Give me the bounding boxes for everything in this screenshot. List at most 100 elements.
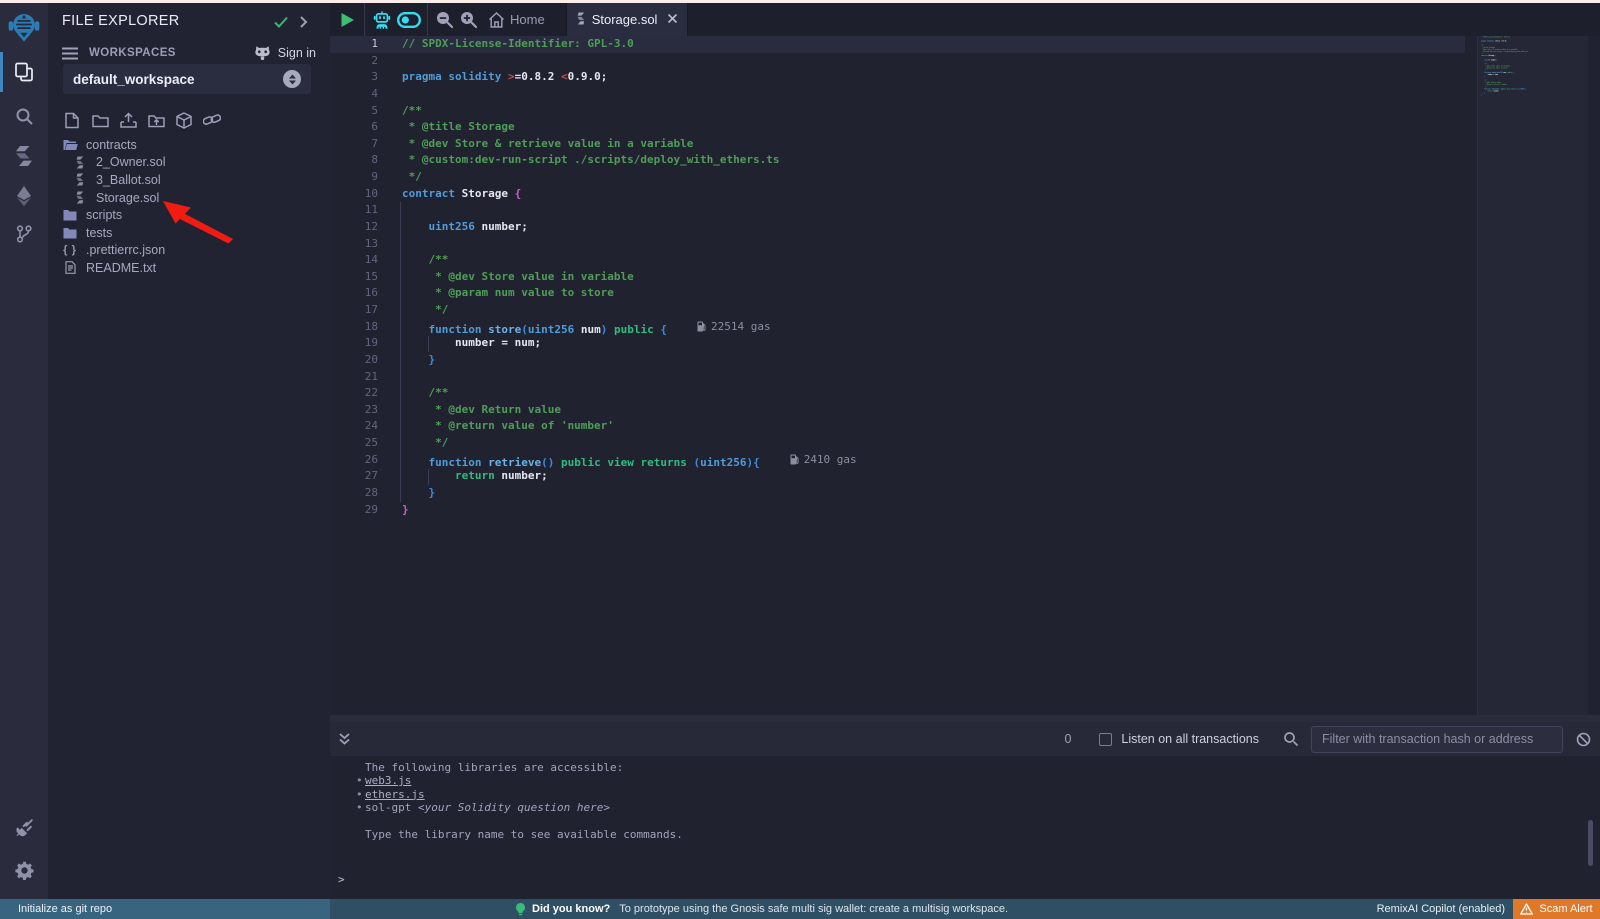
pin-panel-chevron-icon[interactable] [299, 15, 308, 34]
window-top-edge [0, 0, 1600, 3]
check-icon[interactable] [273, 15, 289, 34]
line-number: 6 [330, 119, 378, 136]
scam-alert-button[interactable]: Scam Alert [1513, 899, 1600, 919]
tree-item-scripts[interactable]: scripts [48, 206, 330, 224]
toolbar-separator [364, 3, 365, 36]
sidebar-item-file-explorer[interactable] [0, 52, 48, 92]
tree-item-label: scripts [86, 208, 122, 222]
git-init-label: Initialize as git repo [18, 903, 112, 915]
terminal-line: •sol-gpt <your Solidity question here> [338, 801, 683, 814]
sidebar-item-plugin-manager[interactable] [0, 808, 48, 848]
copilot-toggle[interactable] [395, 12, 423, 28]
copilot-status-label: RemixAI Copilot (enabled) [1377, 899, 1505, 919]
terminal-scrollbar[interactable] [1588, 820, 1593, 866]
terminal-line: The following libraries are accessible: [338, 761, 683, 774]
sidebar-item-solidity-compiler[interactable] [0, 136, 48, 176]
remix-ai-robot-icon[interactable] [369, 11, 395, 29]
tree-item-label: tests [86, 226, 112, 240]
tree-item--prettierrc-json[interactable]: { } .prettierrc.json [48, 242, 330, 260]
home-icon [488, 12, 505, 28]
sidebar-item-git[interactable] [0, 214, 48, 254]
listen-transactions-checkbox[interactable] [1099, 733, 1112, 746]
transaction-count-badge: 0 [1064, 732, 1071, 746]
tree-item-label: .prettierrc.json [86, 243, 165, 257]
editor-minimap[interactable]: // SPDX-License-Identifier: GPL-3.0pragm… [1477, 36, 1588, 715]
tab-storage-sol[interactable]: Storage.sol [566, 3, 689, 36]
line-number: 14 [330, 252, 378, 269]
tree-item-tests[interactable]: tests [48, 224, 330, 242]
workspace-select[interactable]: default_workspace [63, 64, 311, 94]
upload-folder-button[interactable] [147, 111, 165, 129]
code-line [402, 202, 857, 219]
tab-home-label: Home [510, 12, 545, 27]
new-folder-button[interactable] [91, 111, 109, 129]
file-explorer-panel: FILE EXPLORER WORKSPACES Sign in default… [48, 3, 330, 899]
file-explorer-toolbar [63, 111, 221, 129]
code-line: uint256 number; [402, 219, 857, 236]
zoom-in-button[interactable] [456, 10, 480, 29]
tree-item-contracts[interactable]: contracts [48, 136, 330, 154]
run-script-button[interactable] [330, 12, 364, 28]
terminal-link[interactable]: ethers.js [365, 788, 425, 801]
tree-item-3-ballot-sol[interactable]: 3_Ballot.sol [48, 171, 330, 189]
code-line: } [1481, 94, 1528, 96]
git-status-segment[interactable]: Initialize as git repo [0, 899, 330, 919]
line-number: 21 [330, 369, 378, 386]
workspace-caret-icon [283, 70, 301, 88]
close-tab-icon[interactable] [667, 12, 678, 27]
solidity-icon [72, 191, 88, 204]
upload-file-button[interactable] [119, 111, 137, 129]
zoom-out-button[interactable] [432, 10, 456, 29]
tab-home[interactable]: Home [480, 3, 557, 36]
panel-title: FILE EXPLORER [62, 13, 180, 29]
folder-icon [62, 227, 78, 239]
editor-gutter: 1234567891011121314151617181920212223242… [330, 36, 378, 518]
code-line [402, 369, 857, 386]
new-file-button[interactable] [63, 111, 81, 129]
tree-item-storage-sol[interactable]: Storage.sol [48, 189, 330, 207]
sidebar-item-settings[interactable] [0, 850, 48, 890]
remix-logo-icon[interactable] [8, 11, 40, 43]
transaction-filter-input[interactable] [1311, 726, 1563, 753]
line-number: 26 [330, 452, 378, 469]
code-line: * @dev Return value [402, 402, 857, 419]
folder-icon [62, 209, 78, 221]
sidebar-item-deploy-run[interactable] [0, 176, 48, 216]
code-line: /** [402, 252, 857, 269]
terminal-link[interactable]: web3.js [365, 774, 411, 787]
tip-text: To prototype using the Gnosis safe multi… [619, 903, 1008, 915]
editor-tabbar: Home Storage.sol [330, 3, 1600, 36]
sign-in-button[interactable]: Sign in [254, 45, 316, 60]
link-button[interactable] [203, 111, 221, 129]
tip-bold-label: Did you know? [532, 903, 610, 915]
toolbar-separator [427, 3, 428, 36]
listen-transactions-label: Listen on all transactions [1121, 732, 1259, 746]
workspaces-menu-icon[interactable] [62, 47, 78, 65]
line-number: 29 [330, 502, 378, 519]
line-number: 24 [330, 418, 378, 435]
terminal-collapse-icon[interactable] [338, 732, 351, 746]
line-number: 18 [330, 319, 378, 336]
clear-console-icon[interactable] [1576, 732, 1591, 747]
line-number: 17 [330, 302, 378, 319]
tree-item-readme-txt[interactable]: README.txt [48, 259, 330, 277]
line-number: 11 [330, 202, 378, 219]
line-number: 28 [330, 485, 378, 502]
json-icon: { } [62, 244, 78, 256]
import-cube-button[interactable] [175, 111, 193, 129]
status-middle-segment: Did you know? To prototype using the Gno… [330, 899, 1513, 919]
did-you-know-tip: Did you know? To prototype using the Gno… [516, 899, 1008, 919]
code-line: */ [402, 302, 857, 319]
code-editor[interactable]: 1234567891011121314151617181920212223242… [330, 36, 1600, 715]
line-number: 8 [330, 152, 378, 169]
terminal-output[interactable]: The following libraries are accessible: •… [330, 756, 1600, 899]
scam-alert-label: Scam Alert [1539, 903, 1592, 915]
line-number: 25 [330, 435, 378, 452]
code-line: * @title Storage [402, 119, 857, 136]
tree-item-2-owner-sol[interactable]: 2_Owner.sol [48, 154, 330, 172]
solidity-icon [72, 156, 88, 169]
terminal-resize-handle[interactable] [330, 715, 1600, 722]
sidebar-item-search[interactable] [0, 96, 48, 136]
code-line: /** [402, 103, 857, 120]
code-line: */ [402, 435, 857, 452]
